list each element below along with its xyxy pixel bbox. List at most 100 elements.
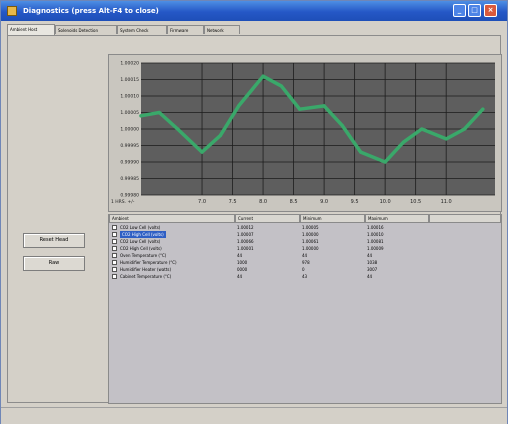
app-icon [7,6,17,16]
row-minimum: 43 [302,274,308,279]
x-tick-label: 8.5 [290,199,298,205]
row-current: 1.00001 [237,246,254,251]
column-header-ambient[interactable]: Ambient [109,215,235,223]
y-tick-label: 0.99990 [120,160,139,166]
maximize-icon: □ [471,6,478,14]
data-point [237,104,241,108]
diagnostics-window: Diagnostics (press Alt-F4 to close) _ □ … [0,0,508,424]
data-point [218,134,222,138]
data-point [462,127,467,131]
row-maximum: 1038 [367,260,378,265]
raw-button[interactable]: Raw [23,256,85,271]
row-checkbox[interactable] [112,239,117,244]
table-row[interactable]: CO2 High Cell (volts) 1.00001 1.00000 1.… [109,245,501,252]
data-point [420,127,424,131]
y-tick-label: 1.00015 [120,77,139,83]
table-row[interactable]: Humidifier Heater (watts) 0000 0 3007 [109,266,501,273]
row-maximum: 44 [367,274,373,279]
row-maximum: 1.00016 [367,225,384,230]
y-tick-label: 0.99985 [120,176,139,182]
table-row[interactable]: Humidifier Temperature (°C) 1000 978 103… [109,259,501,266]
y-tick-label: 1.00005 [120,110,139,116]
y-tick-label: 1.00020 [120,61,139,67]
tab-firmware[interactable]: Firmware [167,25,204,34]
row-label: Humidifier Temperature (°C) [120,260,177,265]
sensor-chart: 1.00020 1.00015 1.00010 1.00005 1.00000 0.999… [108,54,502,212]
y-tick-label: 0.99995 [120,143,139,149]
chart-svg: 1.00020 1.00015 1.00010 1.00005 1.00000 0.999… [111,61,495,205]
row-maximum: 1.00009 [367,246,384,251]
table-row[interactable]: CO2 Low Cell (volts) 1.00012 1.00005 1.0… [109,224,501,231]
ambient-host-panel: Reset Head Raw 1.00020 1.00015 1.00010 1.00… [7,35,502,404]
x-tick-label: 10.0 [380,199,391,205]
table-row[interactable]: Cabinet Temperature (°C) 44 43 44 [109,273,501,280]
column-header-maximum[interactable]: Maximum [365,215,429,223]
minimize-icon: _ [457,6,462,14]
table-row[interactable]: Oven Temperature (°C) 44 44 44 [109,252,501,259]
x-tick-label: 10.5 [410,199,421,205]
data-point [176,127,180,131]
row-checkbox[interactable] [112,267,117,272]
row-label: CO2 Low Cell (volts) [120,225,161,230]
title-bar[interactable]: Diagnostics (press Alt-F4 to close) _ □ … [1,1,507,21]
x-tick-label: 11.0 [441,199,452,205]
minimize-button[interactable]: _ [453,4,466,17]
row-maximum: 1.00010 [367,232,384,237]
row-current: 1.00066 [237,239,254,244]
row-checkbox[interactable] [112,253,117,258]
close-icon: × [487,6,494,14]
row-label: Humidifier Heater (watts) [120,267,172,272]
data-point [200,150,204,154]
row-label: CO2 High Cell (volts) [120,231,166,238]
x-tick-label: 8.0 [259,199,267,205]
row-label: CO2 High Cell (volts) [120,246,162,251]
row-minimum: 44 [302,253,308,258]
row-checkbox[interactable] [112,232,117,237]
row-current: 1000 [237,260,248,265]
x-tick-label: 7.0 [198,199,206,205]
row-minimum: 0 [302,267,305,272]
column-header-minimum[interactable]: Minimum [300,215,365,223]
data-point [401,140,406,144]
data-point [322,104,326,108]
row-label: CO2 Low Cell (volts) [120,239,161,244]
status-bar [1,407,507,424]
x-tick-label: 9.5 [351,199,359,205]
tab-system-check[interactable]: System Check [117,25,167,34]
table-row[interactable]: CO2 High Cell (volts) 1.00007 1.00000 1.… [109,231,501,238]
row-current: 1.00012 [237,225,254,230]
row-maximum: 3007 [367,267,378,272]
row-maximum: 44 [367,253,373,258]
close-button[interactable]: × [484,4,497,17]
reset-head-button[interactable]: Reset Head [23,233,85,248]
row-minimum: 1.00000 [302,246,319,251]
x-start-label: 1 HRS. +/- [111,199,135,205]
row-label: Oven Temperature (°C) [120,253,167,258]
data-point [444,137,448,141]
row-current: 44 [237,253,243,258]
row-minimum: 1.00061 [302,239,319,244]
data-point [279,84,283,88]
row-checkbox[interactable] [112,274,117,279]
x-tick-label: 9.0 [320,199,328,205]
maximize-button[interactable]: □ [468,4,481,17]
row-current: 44 [237,274,243,279]
column-header-current[interactable]: Current [235,215,300,223]
row-maximum: 1.00081 [367,239,384,244]
x-tick-label: 7.5 [229,199,237,205]
row-checkbox[interactable] [112,225,117,230]
y-tick-label: 1.00010 [120,94,139,100]
data-point [383,160,387,164]
row-minimum: 978 [302,260,310,265]
tab-solenoids-detection[interactable]: Solenoids Detection [55,25,117,34]
tab-ambient-host[interactable]: Ambient Host [7,24,55,35]
row-current: 0000 [237,267,248,272]
data-point [298,107,302,111]
row-checkbox[interactable] [112,246,117,251]
y-tick-label: 0.99980 [120,193,139,199]
table-row[interactable]: CO2 Low Cell (volts) 1.00066 1.00061 1.0… [109,238,501,245]
data-point [481,107,485,111]
row-label: Cabinet Temperature (°C) [120,274,172,279]
row-checkbox[interactable] [112,260,117,265]
tab-network[interactable]: Network [204,25,240,34]
